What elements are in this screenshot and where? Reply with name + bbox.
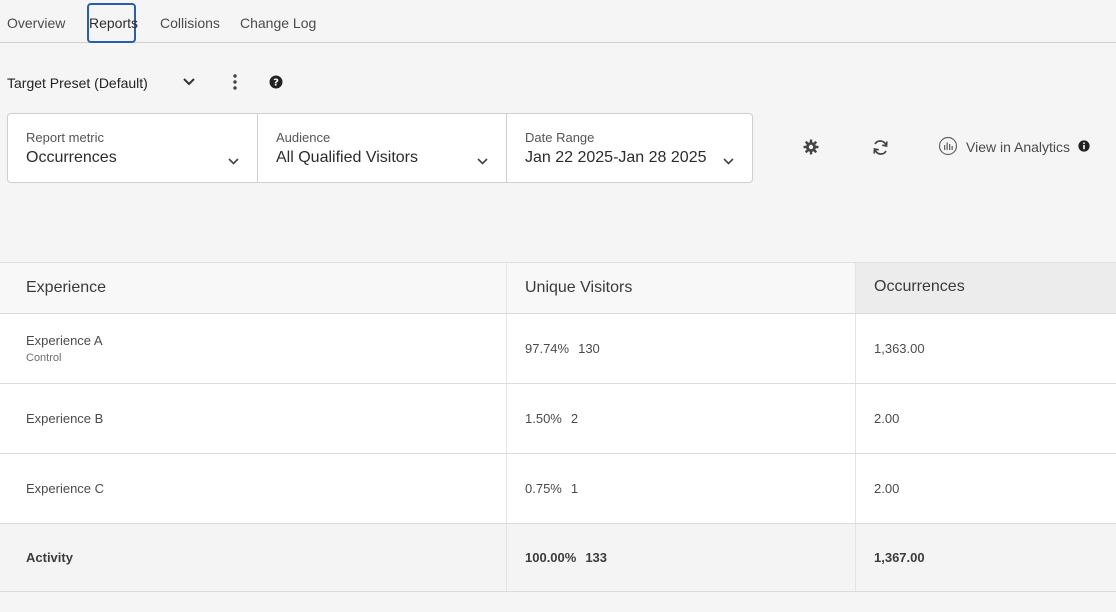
total-visitors-count: 133 — [585, 550, 608, 565]
analytics-icon — [938, 136, 958, 159]
chevron-down-icon — [723, 152, 734, 170]
visitors-percent: 1.50% — [525, 411, 562, 426]
visitors-count: 1 — [570, 481, 579, 496]
chevron-down-icon[interactable] — [180, 73, 198, 91]
visitors-percent: 0.75% — [525, 481, 562, 496]
tab-bar: Overview Reports Collisions Change Log — [0, 0, 1116, 43]
refresh-icon[interactable] — [869, 136, 891, 158]
occurrences-value: 2.00 — [874, 411, 900, 426]
audience-dropdown[interactable]: Audience All Qualified Visitors — [257, 114, 506, 182]
experience-subtitle: Control — [26, 352, 62, 364]
table-row[interactable]: Experience C 0.75% 1 2.00 — [0, 454, 1116, 524]
table-header: Experience Unique Visitors Occurrences — [0, 263, 1116, 314]
experience-name: Experience C — [26, 481, 105, 496]
visitors-percent: 97.74% — [525, 341, 570, 356]
audience-value: All Qualified Visitors — [276, 149, 418, 166]
chevron-down-icon — [228, 152, 239, 170]
report-metric-label: Report metric — [26, 130, 105, 145]
total-occurrences-value: 1,367.00 — [874, 550, 925, 565]
occurrences-value: 1,363.00 — [874, 341, 925, 356]
table-row[interactable]: Experience A Control 97.74% 130 1,363.00 — [0, 314, 1116, 384]
total-label: Activity — [26, 550, 73, 565]
chevron-down-icon — [477, 152, 488, 170]
date-range-label: Date Range — [525, 130, 595, 145]
preset-label: Target Preset (Default) — [7, 75, 148, 91]
table-total-row: Activity 100.00% 133 1,367.00 — [0, 524, 1116, 591]
audience-label: Audience — [276, 130, 331, 145]
view-in-analytics-label: View in Analytics — [966, 139, 1071, 155]
report-filters: Report metric Occurrences Audience All Q… — [7, 113, 753, 183]
date-range-dropdown[interactable]: Date Range Jan 22 2025-Jan 28 2025 — [506, 114, 752, 182]
tab-overview[interactable]: Overview — [7, 3, 65, 43]
column-header-occurrences[interactable]: Occurrences — [856, 263, 1116, 313]
visitors-count: 130 — [578, 341, 600, 356]
tab-reports[interactable]: Reports — [87, 3, 138, 43]
report-table: Experience Unique Visitors Occurrences E… — [0, 262, 1116, 592]
help-icon[interactable]: ? — [268, 74, 284, 90]
occurrences-value: 2.00 — [874, 481, 900, 496]
table-row[interactable]: Experience B 1.50% 2 2.00 — [0, 384, 1116, 454]
visitors-count: 2 — [570, 411, 579, 426]
report-metric-dropdown[interactable]: Report metric Occurrences — [8, 114, 257, 182]
report-metric-value: Occurrences — [26, 149, 117, 166]
total-visitors-percent: 100.00% — [525, 550, 577, 565]
column-header-unique-visitors[interactable]: Unique Visitors — [507, 263, 856, 313]
tab-collisions[interactable]: Collisions — [160, 3, 220, 43]
view-in-analytics-link[interactable]: View in Analytics — [938, 136, 1090, 158]
info-icon[interactable] — [1078, 139, 1090, 155]
column-header-experience[interactable]: Experience — [0, 263, 507, 313]
date-range-value: Jan 22 2025-Jan 28 2025 — [525, 149, 707, 166]
svg-text:?: ? — [273, 78, 279, 89]
experience-name: Experience B — [26, 411, 104, 426]
tab-change-log[interactable]: Change Log — [240, 3, 316, 43]
more-vertical-icon[interactable] — [226, 73, 244, 91]
experience-name: Experience A — [26, 333, 103, 348]
gear-icon[interactable] — [800, 136, 822, 158]
